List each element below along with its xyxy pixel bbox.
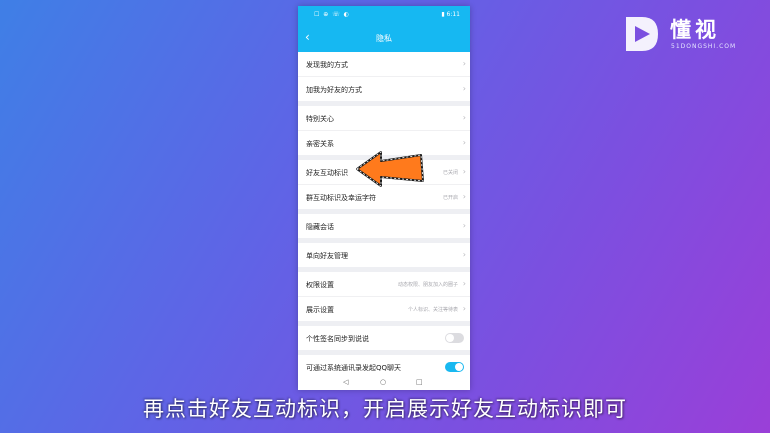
row-label: 亲密关系: [306, 140, 334, 148]
chevron-right-icon: ›: [462, 279, 466, 288]
row-value: 已开启: [442, 195, 458, 201]
chevron-right-icon: ›: [462, 304, 466, 313]
status-clock: ▮ 6:11: [441, 11, 460, 18]
settings-row[interactable]: 个性签名同步到说说: [298, 326, 470, 350]
phone-screen: ☐ ⊕ ☏ ◐ ▮ 6:11 ‹ 隐私 发现我的方式 › 加我为好友的方式 › 特别关心…: [298, 6, 470, 390]
title-bar: ‹ 隐私: [298, 24, 470, 52]
row-label: 特别关心: [306, 115, 334, 123]
row-value: 动态权限、朋友加入的圈子: [397, 282, 458, 288]
row-label: 权限设置: [306, 281, 334, 289]
toggle-knob: [446, 334, 454, 342]
settings-row[interactable]: 发现我的方式 ›: [298, 52, 470, 77]
settings-list: 发现我的方式 › 加我为好友的方式 › 特别关心 › 亲密关系 › 好友互动标识 已关闭 › 群互动标…: [298, 52, 470, 384]
settings-row[interactable]: 权限设置 动态权限、朋友加入的圈子 ›: [298, 272, 470, 297]
status-bar: ☐ ⊕ ☏ ◐ ▮ 6:11: [298, 6, 470, 24]
page-title: 隐私: [376, 34, 392, 43]
status-icons: ☐ ⊕ ☏ ◐: [314, 11, 350, 18]
pointer-arrow-icon: [356, 151, 424, 187]
chevron-right-icon: ›: [462, 84, 466, 93]
nav-back-icon[interactable]: ◁: [343, 378, 348, 386]
chevron-right-icon: ›: [462, 192, 466, 201]
row-label: 加我为好友的方式: [306, 86, 362, 94]
nav-home-icon[interactable]: ○: [380, 378, 386, 386]
chevron-right-icon: ›: [462, 221, 466, 230]
row-label: 可通过系统通讯录发起QQ聊天: [306, 364, 402, 372]
row-label: 单向好友管理: [306, 252, 348, 260]
settings-group: 发现我的方式 › 加我为好友的方式 ›: [298, 52, 470, 101]
row-label: 展示设置: [306, 306, 334, 314]
settings-group: 特别关心 › 亲密关系 ›: [298, 106, 470, 155]
settings-row[interactable]: 加我为好友的方式 ›: [298, 77, 470, 101]
system-nav-bar: ◁ ○ □: [298, 376, 470, 390]
settings-group: 单向好友管理 ›: [298, 243, 470, 267]
logo-subtext: 51DONGSHI.COM: [671, 43, 737, 50]
chevron-right-icon: ›: [462, 113, 466, 122]
settings-group: 隐藏会话 ›: [298, 214, 470, 238]
chevron-right-icon: ›: [462, 167, 466, 176]
settings-row[interactable]: 特别关心 ›: [298, 106, 470, 131]
logo-play-icon: [626, 17, 658, 51]
toggle-switch[interactable]: [445, 362, 464, 372]
nav-recent-icon[interactable]: □: [416, 378, 423, 386]
row-label: 发现我的方式: [306, 61, 348, 69]
settings-row[interactable]: 展示设置 个人标识、关注等待表 ›: [298, 297, 470, 321]
row-value: 个人标识、关注等待表: [407, 307, 458, 313]
row-label: 群互动标识及幸运字符: [306, 194, 376, 202]
logo-text: 懂视: [670, 18, 720, 42]
row-label: 个性签名同步到说说: [306, 335, 369, 343]
chevron-right-icon: ›: [462, 59, 466, 68]
settings-row[interactable]: 隐藏会话 ›: [298, 214, 470, 238]
chevron-right-icon: ›: [462, 138, 466, 147]
row-label: 隐藏会话: [306, 223, 334, 231]
settings-row[interactable]: 单向好友管理 ›: [298, 243, 470, 267]
chevron-right-icon: ›: [462, 250, 466, 259]
toggle-switch[interactable]: [445, 333, 464, 343]
toggle-knob: [455, 363, 463, 371]
subtitle-caption: 再点击好友互动标识，开启展示好友互动标识即可: [143, 397, 627, 421]
settings-group: 个性签名同步到说说: [298, 326, 470, 350]
settings-group: 权限设置 动态权限、朋友加入的圈子 › 展示设置 个人标识、关注等待表 ›: [298, 272, 470, 321]
row-label: 好友互动标识: [306, 169, 348, 177]
row-value: 已关闭: [442, 170, 458, 176]
